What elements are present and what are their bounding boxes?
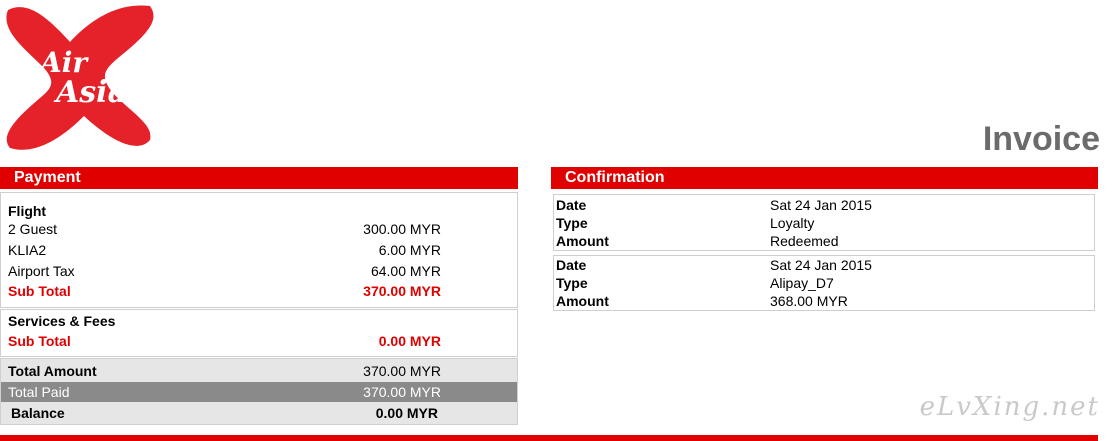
airasia-x-mark-icon: Air Asia <box>6 5 154 150</box>
amount-value: Redeemed <box>770 233 839 249</box>
line-item-amount: 300.00 MYR <box>363 221 441 237</box>
payment-section-header: Payment <box>0 167 518 189</box>
next-section-header-bar <box>0 435 1098 441</box>
amount-value: 368.00 MYR <box>770 293 848 309</box>
type-value: Alipay_D7 <box>770 275 834 291</box>
confirmation-amount-row: Amount Redeemed <box>554 232 1094 250</box>
type-label: Type <box>556 275 588 291</box>
flight-heading-label: Flight <box>8 203 47 219</box>
confirmation-type-row: Type Loyalty <box>554 214 1094 232</box>
services-box: Services & Fees Sub Total 0.00 MYR <box>0 309 518 357</box>
services-subtotal-row: Sub Total 0.00 MYR <box>1 331 517 351</box>
date-value: Sat 24 Jan 2015 <box>770 197 872 213</box>
total-amount-value: 370.00 MYR <box>363 363 441 379</box>
watermark: eLvXing.net <box>919 392 1100 422</box>
line-item-label: Airport Tax <box>8 263 75 279</box>
totals-box: Total Amount 370.00 MYR Total Paid 370.0… <box>0 358 518 425</box>
services-heading-label: Services & Fees <box>8 313 116 329</box>
total-amount-row: Total Amount 370.00 MYR <box>1 361 517 381</box>
confirmation-type-row: Type Alipay_D7 <box>554 274 1094 292</box>
total-paid-label: Total Paid <box>8 384 70 400</box>
balance-row: Balance 0.00 MYR <box>1 403 517 423</box>
confirmation-section-header: Confirmation <box>551 167 1098 189</box>
type-value: Loyalty <box>770 215 815 231</box>
line-item: Airport Tax 64.00 MYR <box>1 261 517 281</box>
line-item-amount: 64.00 MYR <box>370 263 441 279</box>
total-paid-value: 370.00 MYR <box>363 384 441 400</box>
flight-box: Flight 2 Guest 300.00 MYR KLIA2 6.00 MYR… <box>0 192 518 308</box>
flight-subtotal-label: Sub Total <box>8 283 71 299</box>
line-item-amount: 6.00 MYR <box>378 242 441 258</box>
flight-subtotal-row: Sub Total 370.00 MYR <box>1 281 517 301</box>
date-value: Sat 24 Jan 2015 <box>770 257 872 273</box>
amount-label: Amount <box>556 233 609 249</box>
date-label: Date <box>556 257 587 273</box>
logo-text-asia: Asia <box>53 75 127 110</box>
services-heading: Services & Fees <box>1 311 517 331</box>
confirmation-entry: Date Sat 24 Jan 2015 Type Alipay_D7 Amou… <box>553 255 1095 311</box>
balance-value: 0.00 MYR <box>375 405 438 421</box>
airasia-logo: Air Asia <box>0 0 162 155</box>
amount-label: Amount <box>556 293 609 309</box>
services-subtotal-label: Sub Total <box>8 333 71 349</box>
total-amount-label: Total Amount <box>8 363 97 379</box>
services-subtotal-amount: 0.00 MYR <box>378 333 441 349</box>
confirmation-entry: Date Sat 24 Jan 2015 Type Loyalty Amount… <box>553 194 1095 251</box>
line-item-label: 2 Guest <box>8 221 58 237</box>
line-item: 2 Guest 300.00 MYR <box>1 219 517 239</box>
line-item: KLIA2 6.00 MYR <box>1 240 517 260</box>
type-label: Type <box>556 215 588 231</box>
page-title: Invoice <box>982 120 1100 158</box>
confirmation-amount-row: Amount 368.00 MYR <box>554 292 1094 310</box>
balance-label: Balance <box>11 405 65 421</box>
flight-heading: Flight <box>1 201 517 221</box>
total-paid-row: Total Paid 370.00 MYR <box>1 382 517 402</box>
confirmation-date-row: Date Sat 24 Jan 2015 <box>554 256 1094 274</box>
confirmation-date-row: Date Sat 24 Jan 2015 <box>554 196 1094 214</box>
flight-subtotal-amount: 370.00 MYR <box>363 283 441 299</box>
line-item-label: KLIA2 <box>8 242 47 258</box>
date-label: Date <box>556 197 587 213</box>
